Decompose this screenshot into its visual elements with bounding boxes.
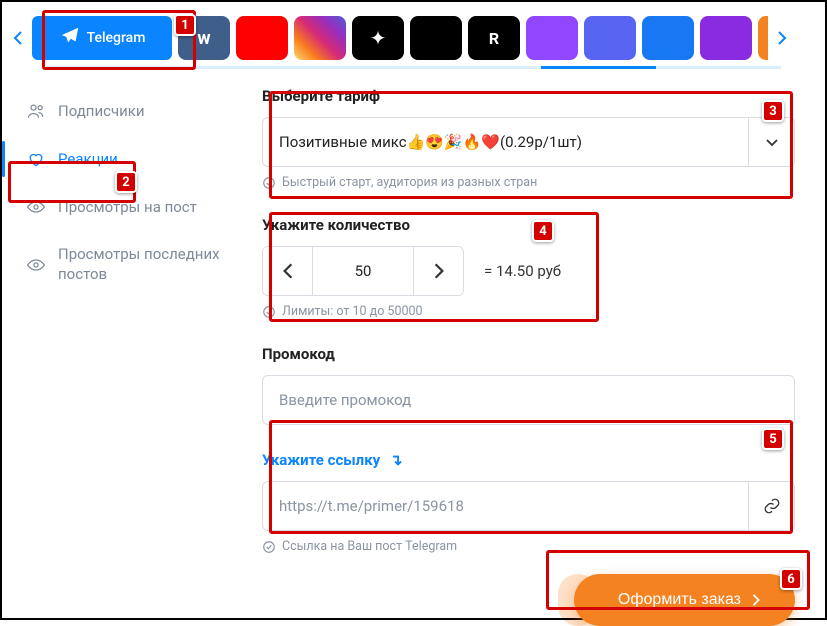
tariff-emojis: 👍😍🎉🔥❤️: [407, 133, 500, 151]
platforms-prev[interactable]: [10, 18, 26, 58]
quantity-stepper: 50: [262, 246, 464, 296]
quantity-hint: Лимиты: от 10 до 50000: [262, 304, 795, 319]
sidebar: Подписчики Реакции Просмотры на пост Про…: [2, 87, 242, 626]
quantity-increase[interactable]: [413, 247, 463, 295]
submit-label: Оформить заказ: [618, 591, 741, 609]
hint-text: Быстрый старт, аудитория из разных стран: [282, 175, 537, 190]
platform-tab-instagram[interactable]: [294, 16, 346, 60]
eye-icon: [26, 197, 46, 217]
platform-tab-likee[interactable]: [700, 16, 752, 60]
link-hint: Ссылка на Ваш пост Telegram: [262, 539, 795, 554]
heart-icon: [26, 149, 46, 169]
sidebar-item-subscribers[interactable]: Подписчики: [12, 87, 242, 135]
check-circle-icon: [262, 540, 276, 554]
sidebar-item-label: Реакции: [58, 150, 118, 168]
link-label-text: Укажите ссылку: [262, 451, 380, 469]
tariff-label: Выберите тариф: [262, 87, 795, 105]
link-placeholder: https://t.me/primer/159618: [279, 497, 464, 515]
platform-tab-youtube[interactable]: [236, 16, 288, 60]
tariff-select[interactable]: Позитивные микс 👍😍🎉🔥❤️ (0.29р/1шт): [262, 117, 795, 167]
tariff-value-suffix: (0.29р/1шт): [500, 133, 582, 151]
link-input[interactable]: https://t.me/primer/159618: [262, 481, 795, 531]
promo-input[interactable]: Введите промокод: [262, 375, 795, 425]
main-form: Выберите тариф Позитивные микс 👍😍🎉🔥❤️ (0…: [242, 87, 825, 626]
price-display: = 14.50 руб: [484, 262, 561, 280]
sidebar-item-views-last[interactable]: Просмотры последних постов: [12, 231, 242, 298]
people-icon: [26, 101, 46, 121]
annotation-badge-4: 4: [532, 220, 554, 242]
tariff-hint: Быстрый старт, аудитория из разных стран: [262, 175, 795, 190]
quantity-field: Укажите количество 50 = 14.50 руб Лимиты…: [262, 216, 795, 319]
promo-placeholder: Введите промокод: [279, 391, 411, 409]
platform-tab-facebook[interactable]: [642, 16, 694, 60]
quantity-value[interactable]: 50: [313, 247, 413, 295]
promo-field: Промокод Введите промокод: [262, 345, 795, 425]
platform-tab-twitch[interactable]: [526, 16, 578, 60]
submit-row: Оформить заказ: [262, 574, 795, 626]
check-circle-icon: [262, 305, 276, 319]
hint-text: Ссылка на Ваш пост Telegram: [282, 539, 457, 554]
platform-tab-discord[interactable]: [584, 16, 636, 60]
rutube-icon: R: [489, 29, 499, 48]
link-field: Укажите ссылку ↴ https://t.me/primer/159…: [262, 451, 795, 554]
tariff-field: Выберите тариф Позитивные микс 👍😍🎉🔥❤️ (0…: [262, 87, 795, 190]
platform-tab-tiktok[interactable]: [410, 16, 462, 60]
vk-icon: w: [197, 28, 210, 49]
chevron-right-icon: [751, 593, 761, 607]
annotation-badge-6: 6: [780, 568, 802, 590]
platform-tab-more[interactable]: [758, 16, 768, 60]
sidebar-item-label: Просмотры на пост: [58, 198, 197, 216]
platform-tab-telegram[interactable]: Telegram: [32, 16, 172, 60]
submit-button[interactable]: Оформить заказ: [574, 574, 795, 626]
eye-icon: [26, 255, 46, 275]
annotation-badge-1: 1: [174, 14, 196, 36]
quantity-decrease[interactable]: [263, 247, 313, 295]
platforms-tabs: Telegram w ✦ R: [2, 2, 825, 60]
promo-label: Промокод: [262, 345, 795, 363]
annotation-badge-3: 3: [762, 100, 784, 122]
platform-tab-label: Telegram: [87, 30, 146, 46]
platforms-next[interactable]: [774, 18, 790, 58]
platform-tab-rutube[interactable]: R: [468, 16, 520, 60]
annotation-badge-5: 5: [762, 428, 784, 450]
hint-text: Лимиты: от 10 до 50000: [282, 304, 423, 319]
platform-tab-star[interactable]: ✦: [352, 16, 404, 60]
link-label: Укажите ссылку ↴: [262, 451, 795, 469]
chevron-down-icon: [748, 118, 794, 166]
star-icon: ✦: [370, 26, 387, 50]
quantity-label: Укажите количество: [262, 216, 795, 234]
annotation-badge-2: 2: [115, 171, 137, 193]
arrow-down-icon: ↴: [390, 451, 403, 469]
sidebar-item-label: Просмотры последних постов: [58, 245, 228, 284]
tariff-value-prefix: Позитивные микс: [279, 133, 407, 151]
tabs-underline: [46, 66, 781, 69]
telegram-icon: [59, 25, 81, 51]
link-icon: [748, 482, 794, 530]
sidebar-item-label: Подписчики: [58, 102, 145, 120]
check-circle-icon: [262, 176, 276, 190]
